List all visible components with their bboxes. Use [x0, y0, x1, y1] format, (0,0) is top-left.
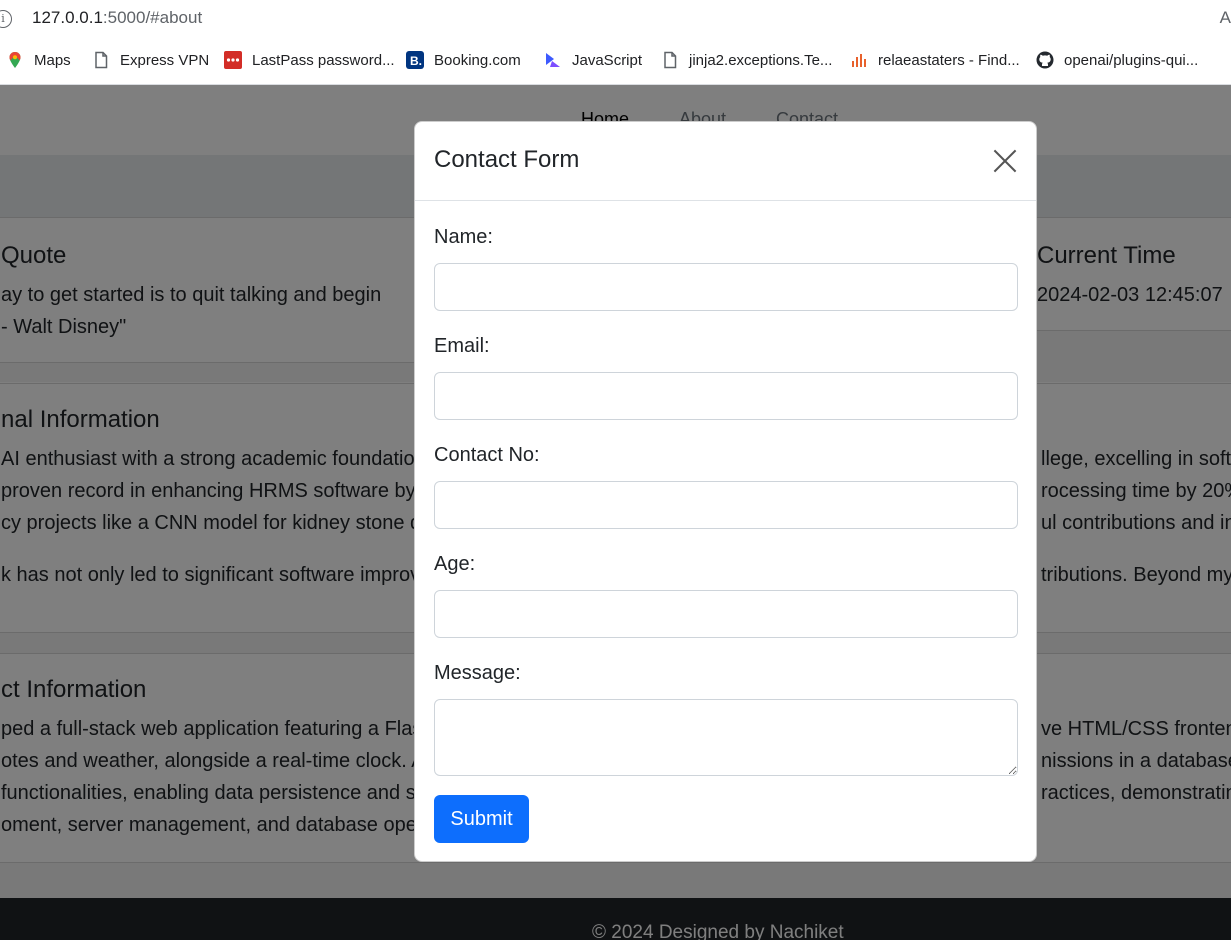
site-info-icon[interactable]: i	[0, 10, 12, 28]
address-bar: i 127.0.0.1:5000/#about A	[0, 0, 1231, 38]
bookmark-label: openai/plugins-qui...	[1064, 51, 1199, 69]
contact-no-input[interactable]	[434, 481, 1018, 529]
reader-mode-icon[interactable]: A	[1220, 8, 1231, 28]
bookmark-label: JavaScript	[572, 51, 643, 69]
url-field[interactable]: 127.0.0.1:5000/#about	[32, 8, 202, 28]
bookmark-label: Express VPN	[120, 51, 210, 69]
bookmark-label: Booking.com	[434, 51, 521, 69]
email-input[interactable]	[434, 372, 1018, 420]
bookmark-label: relaeastaters - Find...	[878, 51, 1020, 69]
name-input[interactable]	[434, 263, 1018, 311]
url-host: 127.0.0.1	[32, 8, 103, 27]
page-icon	[664, 51, 677, 69]
bookmark-relaeastaters[interactable]: relaeastaters - Find...	[850, 51, 1020, 69]
age-input[interactable]	[434, 590, 1018, 638]
age-label: Age:	[434, 553, 476, 575]
bookmark-booking[interactable]: B. Booking.com	[406, 51, 521, 69]
name-label: Name:	[434, 226, 493, 248]
booking-icon: B.	[406, 51, 424, 69]
bookmark-label: jinja2.exceptions.Te...	[689, 51, 833, 69]
bookmark-lastpass[interactable]: LastPass password...	[224, 51, 395, 69]
maps-pin-icon	[9, 52, 21, 68]
modal-title: Contact Form	[434, 146, 580, 173]
submit-button[interactable]: Submit	[434, 795, 529, 843]
github-icon	[1036, 51, 1054, 69]
page-icon	[95, 51, 108, 69]
url-path: :5000/#about	[102, 8, 203, 27]
email-label: Email:	[434, 335, 490, 357]
bookmark-javascript[interactable]: JavaScript	[544, 51, 642, 69]
bookmarks-bar: Maps Express VPN LastPass password... B.…	[0, 38, 1231, 85]
svg-text:B.: B.	[410, 54, 422, 68]
contact-form-modal: Contact Form Name: Email: Contact No: Ag…	[414, 121, 1037, 862]
lastpass-icon	[224, 51, 242, 69]
bookmark-label: Maps	[34, 51, 71, 69]
chart-icon	[852, 54, 866, 67]
modal-header: Contact Form	[415, 122, 1036, 201]
message-textarea[interactable]	[434, 699, 1018, 776]
message-label: Message:	[434, 662, 521, 684]
bookmark-label: LastPass password...	[252, 51, 395, 69]
bookmark-jinja2[interactable]: jinja2.exceptions.Te...	[661, 51, 832, 69]
javascript-icon	[546, 53, 560, 67]
contact-no-label: Contact No:	[434, 444, 540, 466]
bookmark-openai-plugins[interactable]: openai/plugins-qui...	[1036, 51, 1198, 69]
bookmark-maps[interactable]: Maps	[6, 51, 71, 69]
close-icon[interactable]	[992, 148, 1018, 174]
bookmark-expressvpn[interactable]: Express VPN	[92, 51, 209, 69]
